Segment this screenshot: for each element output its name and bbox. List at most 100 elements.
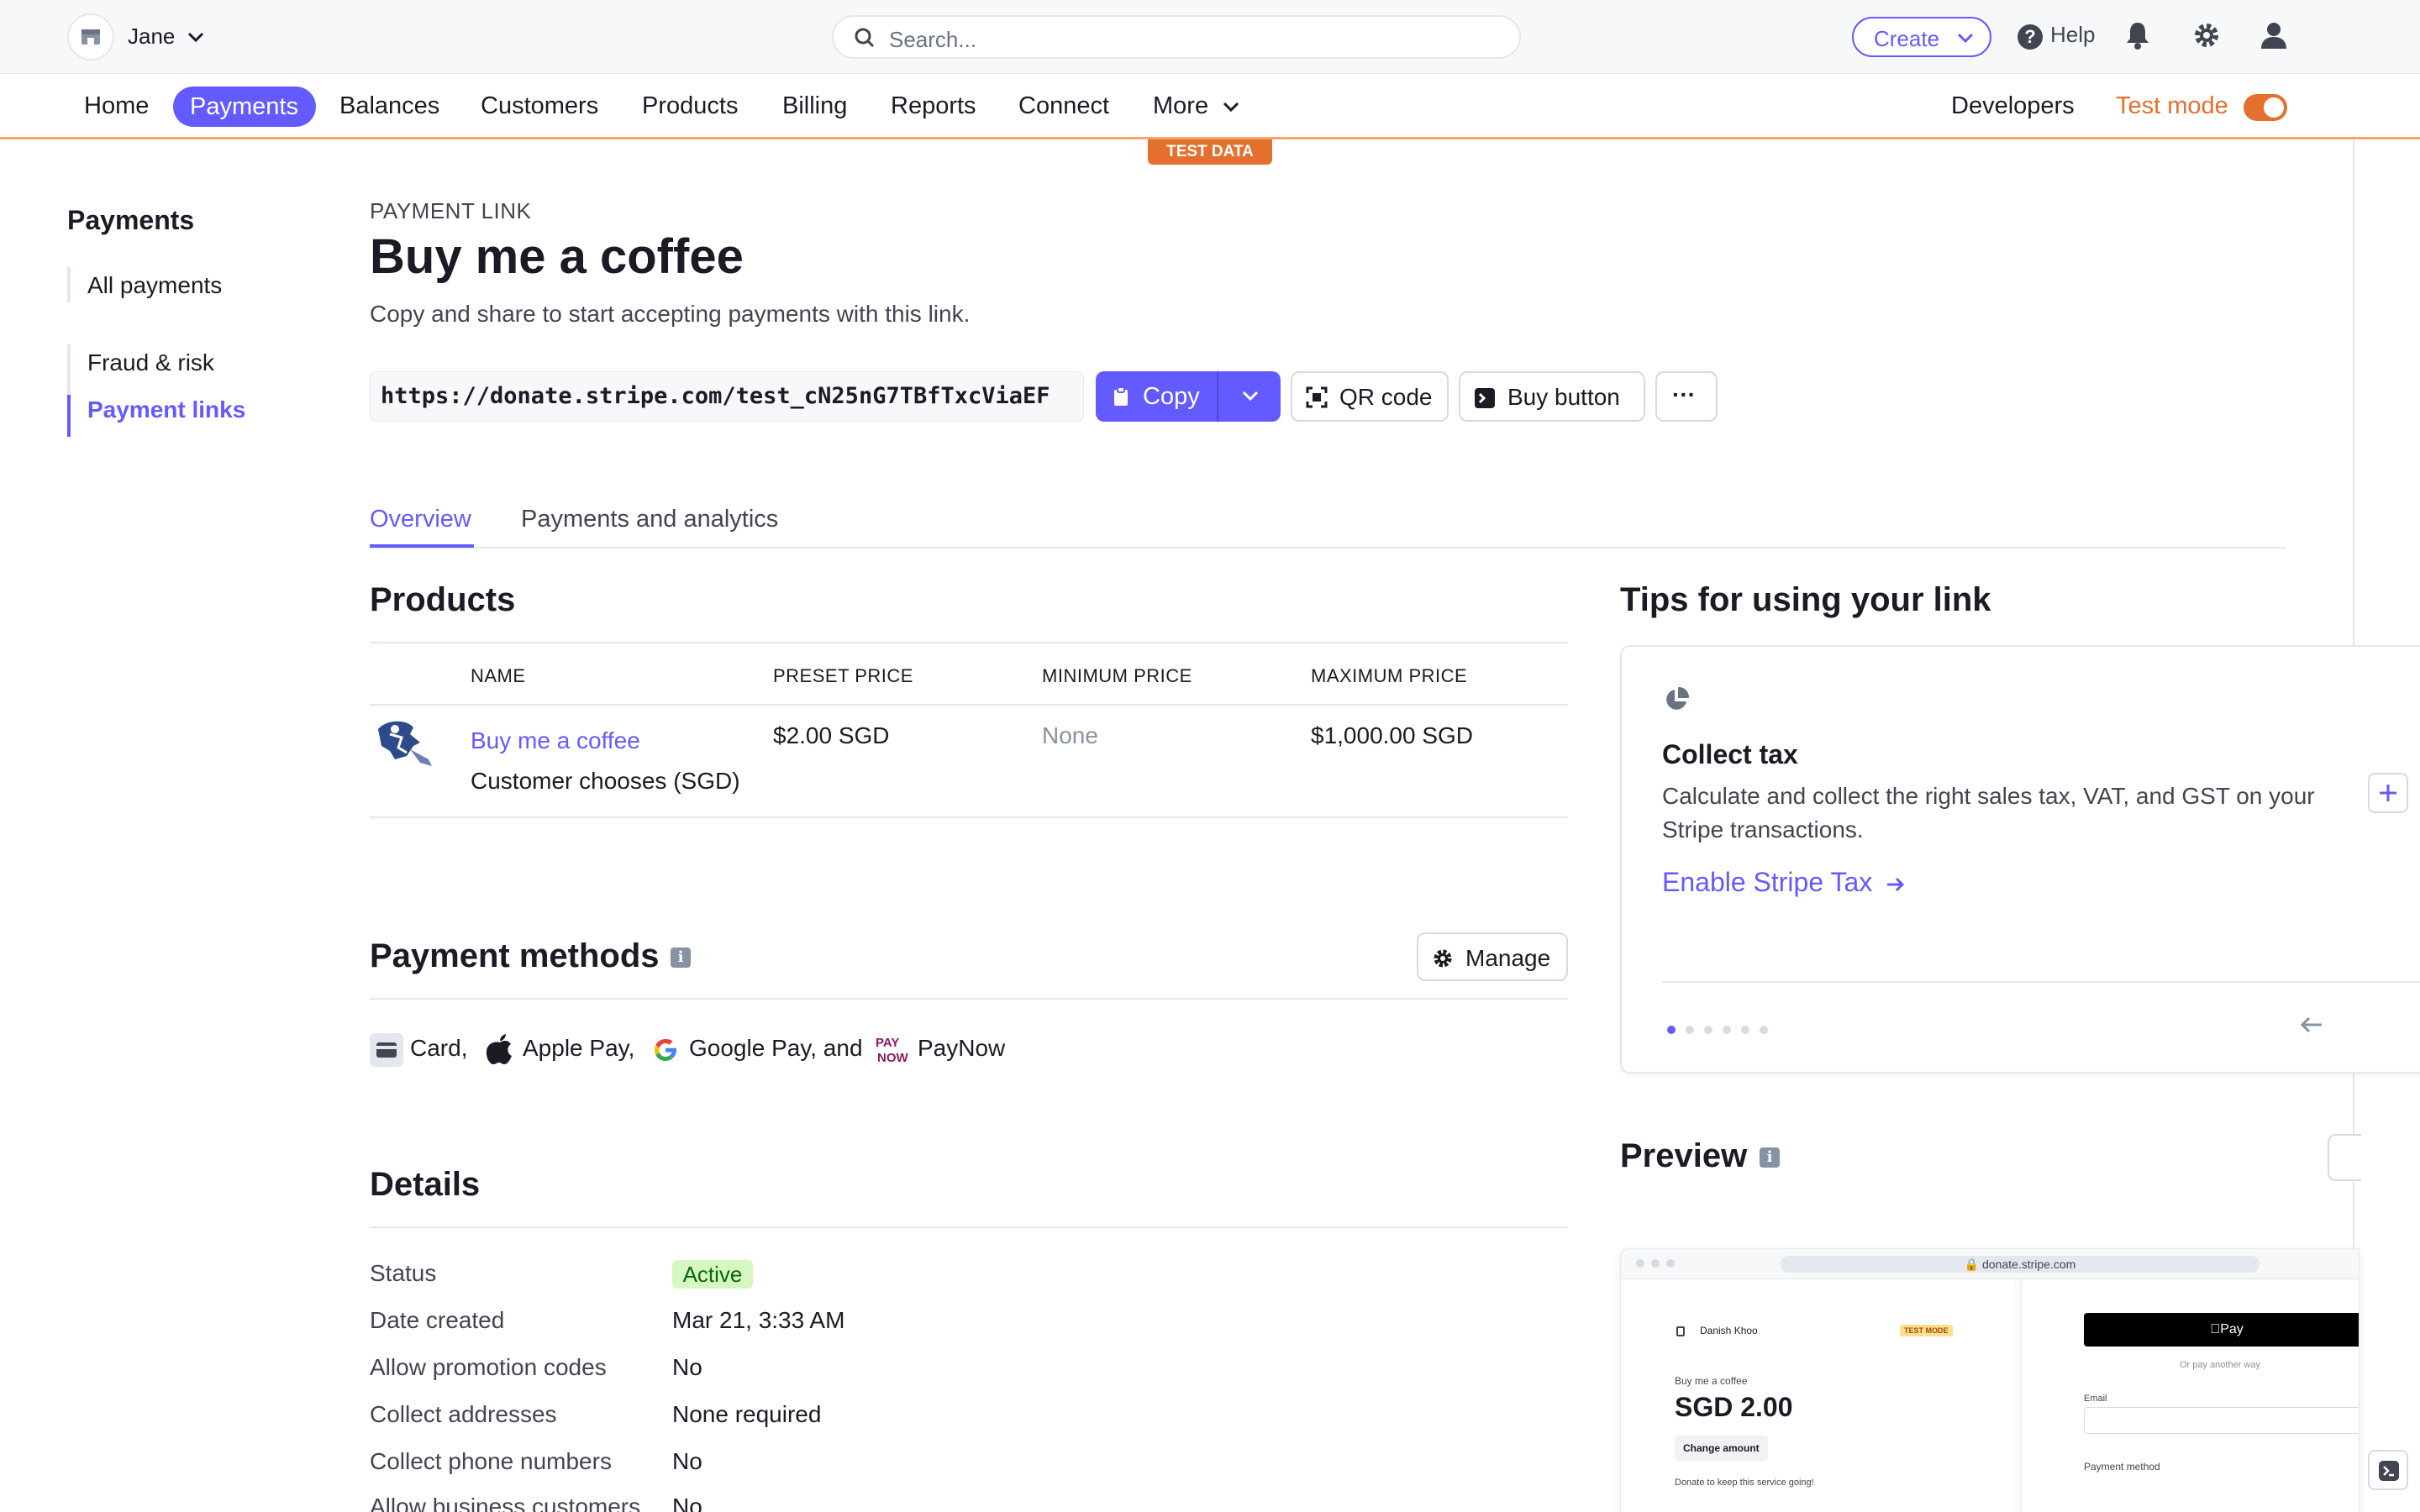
nav-item-reports[interactable]: Reports	[891, 92, 976, 120]
more-actions-button[interactable]: ···	[1655, 371, 1718, 422]
carousel-dot[interactable]	[1667, 1026, 1676, 1034]
preview-or-text: Or pay another way	[2180, 1360, 2260, 1370]
add-panel-button[interactable]	[2368, 773, 2408, 813]
tips-heading: Tips for using your link	[1620, 581, 1991, 618]
carousel-dot[interactable]	[1723, 1026, 1731, 1034]
info-icon[interactable]: i	[1760, 1147, 1780, 1168]
preview-payment-method-label: Payment method	[2084, 1461, 2160, 1473]
help-icon[interactable]: ?	[2017, 24, 2044, 50]
sidebar-item-payment-links[interactable]: Payment links	[87, 396, 245, 423]
account-name[interactable]: Jane	[128, 24, 175, 50]
chevron-down-icon[interactable]	[1222, 101, 1240, 114]
page-eyebrow: PAYMENT LINK	[370, 198, 532, 223]
detail-value-phone-numbers: No	[672, 1448, 702, 1474]
browser-dot	[1636, 1259, 1644, 1268]
code-window-icon	[1475, 388, 1495, 408]
payment-method-paynow: PayNow	[918, 1035, 1006, 1061]
detail-label-status: Status	[370, 1260, 437, 1286]
copy-label: Copy	[1143, 383, 1200, 410]
search-input[interactable]: Search...	[832, 15, 1521, 59]
nav-item-products[interactable]: Products	[642, 92, 738, 120]
sidebar-item-all-payments[interactable]: All payments	[87, 272, 222, 299]
preview-change-amount: Change amount	[1675, 1436, 1768, 1461]
carousel-dot[interactable]	[1760, 1026, 1768, 1034]
gear-icon[interactable]	[2191, 20, 2222, 50]
svg-text:PAY: PAY	[876, 1036, 899, 1050]
top-bar: Jane Search... Create ? Help	[0, 0, 2420, 74]
apple-icon	[486, 1034, 512, 1064]
arrow-left-icon[interactable]	[2299, 1015, 2324, 1035]
detail-value-business-customers: No	[672, 1494, 702, 1512]
tab-overview[interactable]: Overview	[370, 506, 471, 533]
enable-stripe-tax-link[interactable]: Enable Stripe Tax	[1662, 867, 1907, 898]
nav-item-balances[interactable]: Balances	[339, 92, 439, 120]
preview-apple-pay-button: Pay	[2084, 1313, 2359, 1347]
test-mode-toggle[interactable]	[2244, 94, 2287, 121]
preview-note: Donate to keep this service going!	[1675, 1478, 1814, 1488]
carousel-dot[interactable]	[1686, 1026, 1694, 1034]
nav-item-customers[interactable]: Customers	[481, 92, 598, 120]
info-icon[interactable]: i	[671, 948, 691, 968]
preview-apple-pay-label: Pay	[2215, 1322, 2244, 1336]
shell-button[interactable]	[2368, 1450, 2408, 1490]
detail-label-business-customers: Allow business customers	[370, 1494, 641, 1512]
minimum-price: None	[1042, 722, 1098, 748]
status-badge: Active	[672, 1260, 753, 1289]
detail-value-date-created: Mar 21, 3:33 AM	[672, 1307, 845, 1333]
paynow-icon: PAYNOW	[876, 1036, 909, 1065]
account-store-icon[interactable]	[67, 13, 114, 60]
tab-active-indicator	[370, 544, 474, 548]
nav-item-payments-label: Payments	[190, 93, 298, 120]
carousel-dot[interactable]	[1704, 1026, 1712, 1034]
sidebar-title: Payments	[67, 205, 195, 235]
nav-item-home[interactable]: Home	[84, 92, 149, 120]
qr-code-label: QR code	[1339, 384, 1433, 410]
arrow-right-icon	[1887, 877, 1905, 891]
chevron-down-icon[interactable]	[1240, 390, 1260, 403]
tab-payments-analytics[interactable]: Payments and analytics	[521, 506, 778, 533]
preview-email-label: Email	[2084, 1394, 2107, 1404]
tip-card-body: Calculate and collect the right sales ta…	[1662, 783, 2315, 843]
nav-item-more[interactable]: More	[1153, 92, 1208, 120]
detail-label-collect-addresses: Collect addresses	[370, 1401, 557, 1427]
nav-item-payments[interactable]: Payments	[173, 87, 316, 127]
manage-label: Manage	[1465, 945, 1551, 971]
payment-methods-divider	[370, 998, 1568, 1000]
copy-button-divider	[1217, 371, 1218, 422]
bell-icon[interactable]	[2124, 20, 2151, 50]
tip-card: Collect tax Calculate and collect the ri…	[1620, 645, 2420, 1074]
nav-item-billing[interactable]: Billing	[782, 92, 847, 120]
manage-button[interactable]: Manage	[1417, 932, 1568, 981]
payment-link-url[interactable]: https://donate.stripe.com/test_cN25nG7TB…	[370, 371, 1084, 422]
preview-test-mode-badge: TEST MODE	[1900, 1325, 1953, 1336]
preview-email-field	[2084, 1407, 2359, 1434]
chevron-down-icon	[1957, 33, 1974, 44]
plus-icon	[2380, 785, 2396, 801]
carousel-dot[interactable]	[1741, 1026, 1749, 1034]
sidebar-item-fraud-risk[interactable]: Fraud & risk	[87, 349, 214, 376]
qr-code-button[interactable]: QR code	[1291, 371, 1449, 422]
user-profile-icon[interactable]	[2259, 20, 2289, 50]
nav-item-connect[interactable]: Connect	[1018, 92, 1109, 120]
enable-stripe-tax-label: Enable Stripe Tax	[1662, 867, 1873, 897]
buy-button-button[interactable]: Buy button	[1459, 371, 1645, 422]
tabs-divider	[370, 547, 2286, 549]
clipboard-icon	[1114, 386, 1128, 406]
preview-device-toggle[interactable]	[2328, 1134, 2361, 1181]
more-actions-icon: ···	[1672, 381, 1696, 407]
nav-item-developers[interactable]: Developers	[1951, 92, 2075, 120]
help-link[interactable]: Help	[2050, 22, 2095, 48]
tip-card-title: Collect tax	[1662, 739, 1798, 769]
qr-scan-icon	[1306, 386, 1328, 408]
buy-button-label: Buy button	[1507, 384, 1620, 410]
browser-dot	[1666, 1259, 1675, 1268]
create-button[interactable]: Create	[1852, 17, 1991, 57]
column-header-minimum-price: MINIMUM PRICE	[1042, 665, 1192, 686]
preview-browser-bar: 🔒 donate.stripe.com	[1621, 1249, 2359, 1279]
chevron-down-icon[interactable]	[187, 29, 205, 45]
copy-button[interactable]: Copy	[1096, 371, 1281, 422]
tip-card-divider	[1662, 981, 2420, 983]
product-subtitle: Customer chooses (SGD)	[471, 768, 740, 794]
table-header-divider	[370, 704, 1568, 706]
product-name-link[interactable]: Buy me a coffee	[471, 727, 640, 754]
